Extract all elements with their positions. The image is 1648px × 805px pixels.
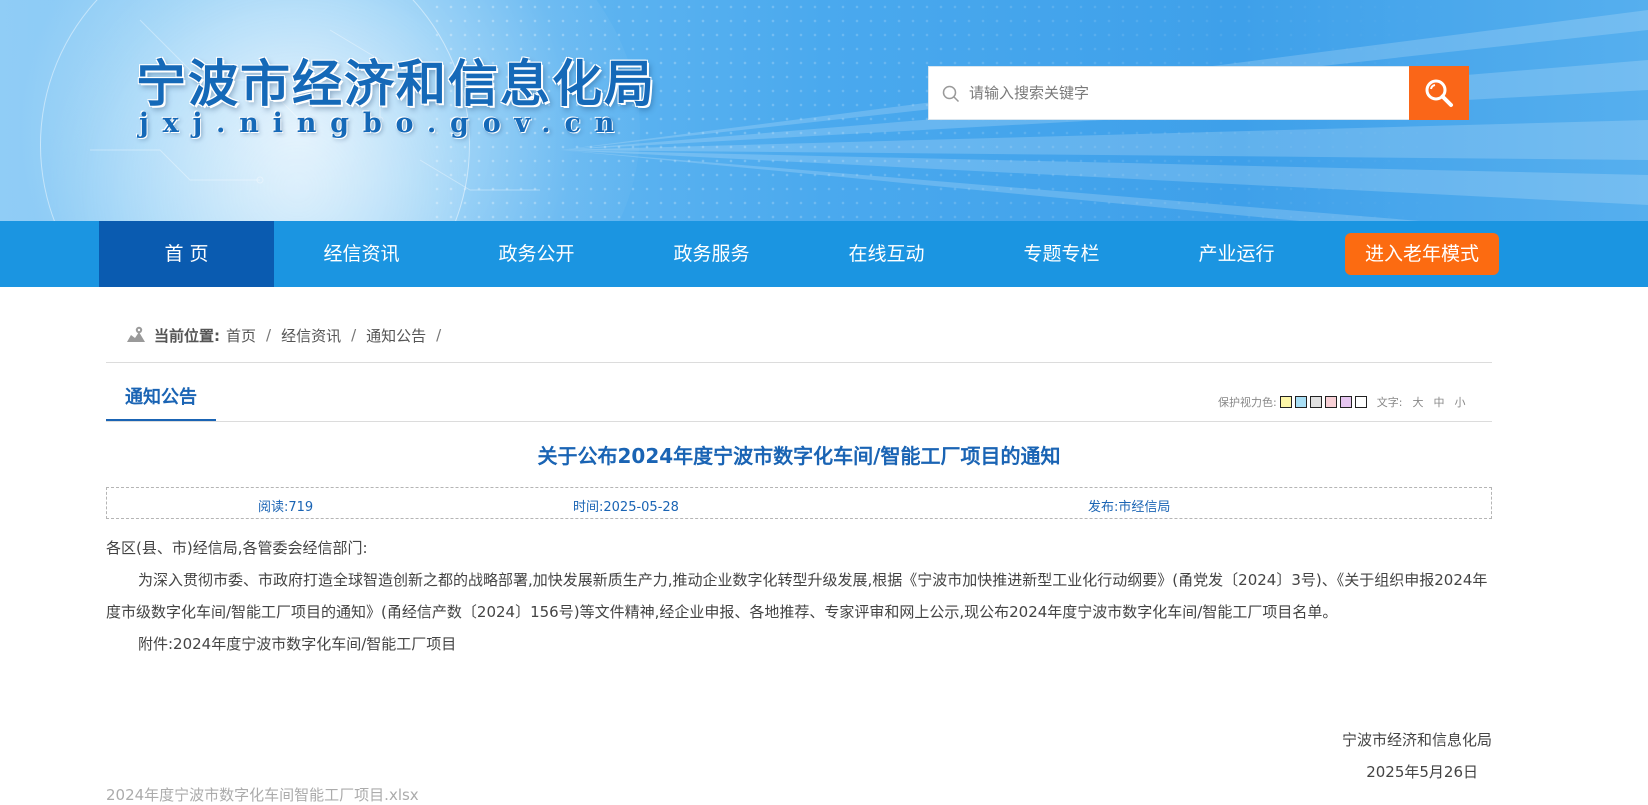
search-input-icon	[942, 85, 960, 103]
article-paragraph: 为深入贯彻市委、市政府打造全球智造创新之都的战略部署,加快发展新质生产力,推动企…	[106, 571, 1488, 621]
breadcrumb-label: 当前位置:	[154, 326, 220, 345]
article-signature: 宁波市经济和信息化局	[1341, 731, 1492, 749]
article-attachment-note: 附件:2024年度宁波市数字化车间/智能工厂项目	[138, 635, 457, 653]
section-divider	[106, 421, 1492, 422]
article-meta: 阅读:719 时间:2025-05-28 发布:市经信局	[106, 487, 1492, 519]
elder-mode-button[interactable]: 进入老年模式	[1345, 233, 1499, 275]
article-signature-block: 宁波市经济和信息化局 2025年5月26日	[1342, 724, 1492, 788]
font-size-small[interactable]: 小	[1454, 394, 1465, 410]
font-size-medium[interactable]: 中	[1433, 394, 1444, 410]
search-icon	[1425, 79, 1453, 107]
eye-color-swatch-yellow[interactable]	[1279, 396, 1292, 408]
eye-color-swatch-white[interactable]	[1354, 396, 1367, 408]
font-size-label: 文字:	[1376, 396, 1403, 409]
section-tab-notices[interactable]: 通知公告	[106, 380, 216, 422]
reading-tools: 保护视力色: 文字: 大 中 小	[1218, 392, 1465, 412]
nav-item-home[interactable]: 首 页	[99, 221, 274, 287]
article-time: 时间:2025-05-28	[573, 500, 679, 515]
breadcrumb-notices[interactable]: 通知公告	[366, 325, 426, 346]
nav-item-special-topics[interactable]: 专题专栏	[974, 221, 1149, 287]
nav-item-gov-services[interactable]: 政务服务	[624, 221, 799, 287]
article-date: 2025年5月26日	[1366, 763, 1478, 781]
eye-color-swatch-purple[interactable]	[1339, 396, 1352, 408]
breadcrumb-divider	[106, 362, 1492, 363]
article-body: 各区(县、市)经信局,各管委会经信部门: 为深入贯彻市委、市政府打造全球智造创新…	[106, 532, 1492, 660]
search-input[interactable]	[969, 67, 1329, 119]
breadcrumb: 当前位置: 首页 / 经信资讯 / 通知公告 /	[126, 320, 451, 350]
site-domain: jxj.ningbo.gov.cn	[139, 108, 629, 139]
article-read-count: 阅读:719	[258, 500, 314, 515]
location-map-icon	[127, 326, 145, 342]
article-publisher: 发布:市经信局	[1088, 500, 1171, 515]
header-banner: 宁波市经济和信息化局 jxj.ningbo.gov.cn	[0, 0, 1648, 221]
search-box	[928, 66, 1410, 120]
main-nav: 首 页 经信资讯 政务公开 政务服务 在线互动 专题专栏 产业运行 进入老年模式	[0, 221, 1648, 287]
eye-color-swatch-pink[interactable]	[1324, 396, 1337, 408]
attachment-link[interactable]: 2024年度宁波市数字化车间智能工厂项目.xlsx	[106, 784, 419, 805]
nav-item-gov-affairs-public[interactable]: 政务公开	[449, 221, 624, 287]
article-salutation: 各区(县、市)经信局,各管委会经信部门:	[106, 539, 368, 557]
breadcrumb-home[interactable]: 首页	[226, 325, 256, 346]
site-title: 宁波市经济和信息化局	[136, 54, 656, 113]
font-size-large[interactable]: 大	[1412, 394, 1423, 410]
eye-color-swatch-blue[interactable]	[1294, 396, 1307, 408]
breadcrumb-separator: /	[266, 326, 272, 344]
eye-color-swatch-gray[interactable]	[1309, 396, 1322, 408]
nav-item-online-interaction[interactable]: 在线互动	[799, 221, 974, 287]
breadcrumb-separator: /	[436, 326, 442, 344]
breadcrumb-news[interactable]: 经信资讯	[281, 325, 341, 346]
search-button[interactable]	[1409, 66, 1469, 120]
breadcrumb-separator: /	[351, 326, 357, 344]
article-title: 关于公布2024年度宁波市数字化车间/智能工厂项目的通知	[537, 444, 1061, 468]
eye-protect-label: 保护视力色:	[1218, 396, 1277, 409]
nav-item-news[interactable]: 经信资讯	[274, 221, 449, 287]
nav-item-industry-operation[interactable]: 产业运行	[1149, 221, 1324, 287]
